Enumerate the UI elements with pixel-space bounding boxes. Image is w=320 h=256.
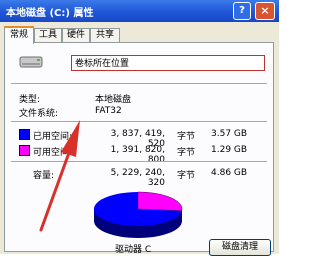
pie-free-slice (137, 191, 183, 211)
used-space-label: 已用空间: (33, 132, 73, 142)
divider (11, 83, 267, 85)
hard-drive-icon (19, 56, 43, 68)
tab-tools[interactable]: 工具 (34, 28, 62, 42)
free-space-gb: 1.29 GB (211, 145, 248, 155)
file-system-value: FAT32 (95, 106, 122, 116)
used-space-gb: 3.57 GB (211, 129, 248, 139)
volume-label-input[interactable]: 卷标所在位置 (71, 55, 265, 71)
free-space-label: 可用空间: (33, 148, 73, 158)
capacity-unit: 字节 (177, 171, 196, 181)
properties-dialog: 常规 工具 硬件 共享 卷标所在位置 类型: 本地磁盘 文件系统: FAT32 … (0, 22, 279, 256)
close-button[interactable]: × (255, 2, 275, 20)
disk-usage-pie (94, 191, 183, 238)
free-space-swatch (19, 145, 30, 156)
drive-label: 驱动器 C (115, 245, 152, 255)
capacity-gb: 4.86 GB (211, 168, 248, 178)
capacity-label: 容量: (33, 171, 55, 181)
general-panel: 卷标所在位置 类型: 本地磁盘 文件系统: FAT32 已用空间: 3, 837… (4, 42, 274, 256)
free-space-unit: 字节 (177, 148, 196, 158)
tab-general[interactable]: 常规 (4, 26, 34, 44)
type-value: 本地磁盘 (95, 95, 132, 105)
used-space-swatch (19, 129, 30, 140)
tab-hardware[interactable]: 硬件 (62, 28, 90, 42)
help-button[interactable]: ? (233, 2, 251, 20)
tab-sharing[interactable]: 共享 (90, 28, 120, 42)
disk-cleanup-button[interactable]: 磁盘清理 (209, 239, 271, 256)
file-system-label: 文件系统: (19, 109, 59, 119)
divider (11, 121, 267, 123)
divider (11, 161, 267, 163)
window-title: 本地磁盘 (C:) 属性 (6, 8, 94, 19)
used-space-unit: 字节 (177, 132, 196, 142)
title-bar: 本地磁盘 (C:) 属性 ? × (0, 0, 279, 22)
type-label: 类型: (19, 95, 41, 105)
